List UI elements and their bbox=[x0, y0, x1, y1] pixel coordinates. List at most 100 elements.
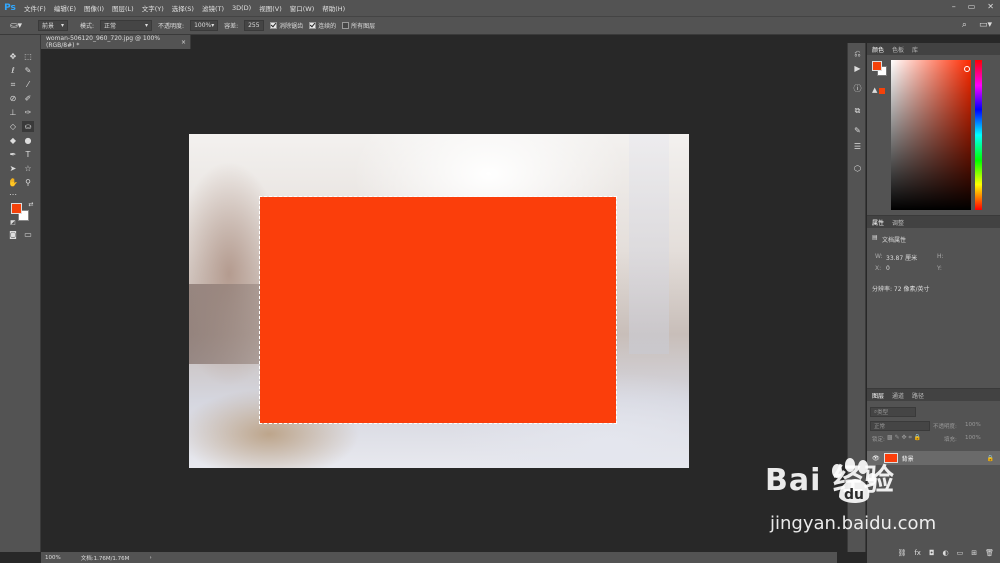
tab-swatches[interactable]: 色板 bbox=[892, 45, 904, 54]
tolerance-input[interactable]: 255 bbox=[244, 20, 265, 31]
new-layer-icon[interactable]: ⊞ bbox=[971, 549, 977, 561]
adjustments-icon[interactable]: ☰ bbox=[852, 141, 863, 152]
eyedropper-tool-icon[interactable]: ⁄ bbox=[22, 79, 34, 90]
panel-foreground-swatch[interactable] bbox=[872, 61, 882, 71]
blend-mode-select[interactable]: 正常 ▾ bbox=[100, 20, 153, 31]
layer-opacity-value[interactable]: 100% bbox=[965, 422, 981, 428]
eraser-tool-icon[interactable]: ◇ bbox=[7, 121, 19, 132]
document-title: woman-506120_960_720.jpg @ 100%(RGB/8#) … bbox=[46, 35, 161, 49]
x-value[interactable]: 0 bbox=[886, 265, 890, 272]
info-icon[interactable]: ⓘ bbox=[852, 83, 863, 94]
menu-help[interactable]: 帮助(H) bbox=[318, 3, 349, 13]
menu-view[interactable]: 视图(V) bbox=[255, 3, 286, 13]
workspace-icon[interactable]: ▭▾ bbox=[979, 20, 992, 30]
foreground-color-swatch[interactable] bbox=[11, 203, 22, 214]
menu-edit[interactable]: 编辑(E) bbox=[50, 3, 80, 13]
lasso-tool-icon[interactable]: ℓ bbox=[7, 65, 19, 76]
history-brush-tool-icon[interactable]: ✑ bbox=[22, 107, 34, 118]
trash-icon[interactable]: 🗑 bbox=[985, 549, 994, 561]
width-value[interactable]: 33.87 厘米 bbox=[886, 253, 917, 262]
screen-mode-icon[interactable]: ▭ bbox=[22, 229, 34, 240]
quick-select-tool-icon[interactable]: ✎ bbox=[22, 65, 34, 76]
3d-cube-icon[interactable]: ⬡ bbox=[852, 163, 863, 174]
layers-footer: ⛓ fx ◘ ◐ ▭ ⊞ 🗑 bbox=[867, 549, 1000, 561]
layer-blend-mode[interactable]: 正常 bbox=[870, 421, 930, 431]
x-label: X: bbox=[875, 265, 882, 272]
zoom-tool-icon[interactable]: ⚲ bbox=[22, 177, 34, 188]
history-icon[interactable]: ⎌ bbox=[852, 48, 863, 59]
shape-tool-icon[interactable]: ☆ bbox=[22, 163, 34, 174]
chevron-right-icon[interactable]: › bbox=[149, 555, 151, 561]
tab-color[interactable]: 颜色 bbox=[872, 45, 884, 54]
document-canvas-area[interactable] bbox=[41, 49, 837, 552]
gamut-warning-icon[interactable]: ▲ bbox=[872, 86, 877, 94]
image-canvas[interactable] bbox=[189, 134, 689, 468]
lock-icons[interactable]: ▩ ✎ ✥ ⌗ 🔒 bbox=[887, 434, 921, 442]
blur-tool-icon[interactable]: ◆ bbox=[7, 135, 19, 146]
paint-bucket-tool-preset-icon[interactable]: ⛀▾ bbox=[10, 19, 32, 33]
menu-image[interactable]: 图像(I) bbox=[80, 3, 108, 13]
clone-source-icon[interactable]: ⧉ bbox=[852, 105, 863, 116]
adjustment-layer-icon[interactable]: ◐ bbox=[943, 549, 949, 561]
tab-properties[interactable]: 属性 bbox=[872, 218, 884, 227]
default-colors-icon[interactable]: ◩ bbox=[7, 217, 19, 228]
mask-icon[interactable]: ◘ bbox=[929, 549, 935, 561]
contiguous-checkbox[interactable]: 连续的 bbox=[309, 21, 336, 30]
actions-play-icon[interactable]: ▶ bbox=[852, 63, 863, 74]
path-select-tool-icon[interactable]: ➤ bbox=[7, 163, 19, 174]
pen-tool-icon[interactable]: ✒ bbox=[7, 149, 19, 160]
crop-tool-icon[interactable]: ⌗ bbox=[7, 79, 19, 90]
hue-slider[interactable] bbox=[975, 60, 982, 210]
brush-settings-icon[interactable]: ✎ bbox=[852, 125, 863, 136]
tab-paths[interactable]: 路径 bbox=[912, 391, 924, 400]
brush-tool-icon[interactable]: ✐ bbox=[22, 93, 34, 104]
layer-kind-filter[interactable]: ⌕ 类型 bbox=[870, 407, 916, 417]
tab-channels[interactable]: 通道 bbox=[892, 391, 904, 400]
tab-adjustments[interactable]: 调整 bbox=[892, 218, 904, 227]
menu-select[interactable]: 选择(S) bbox=[168, 3, 198, 13]
menu-file[interactable]: 文件(F) bbox=[20, 3, 50, 13]
quick-mask-icon[interactable]: ◙ bbox=[7, 229, 19, 240]
color-picker-handle[interactable] bbox=[964, 66, 970, 72]
zoom-level[interactable]: 100% bbox=[45, 555, 61, 561]
close-icon[interactable]: ✕ bbox=[987, 2, 994, 11]
paint-bucket-tool-icon[interactable]: ⛀ bbox=[22, 121, 34, 132]
chevron-down-icon: ▾ bbox=[145, 22, 149, 29]
swap-colors-icon[interactable]: ⇄ bbox=[25, 199, 37, 210]
menu-type[interactable]: 文字(Y) bbox=[138, 3, 168, 13]
menu-window[interactable]: 窗口(W) bbox=[286, 3, 319, 13]
more-tools-icon[interactable]: ⋯ bbox=[7, 189, 19, 200]
marquee-tool-icon[interactable]: ⬚ bbox=[22, 51, 34, 62]
search-icon[interactable]: ⌕ bbox=[962, 20, 967, 30]
fill-value[interactable]: 100% bbox=[965, 435, 981, 441]
tab-libraries[interactable]: 库 bbox=[912, 45, 918, 54]
all-layers-checkbox[interactable]: 所有图层 bbox=[342, 21, 375, 30]
type-tool-icon[interactable]: T bbox=[22, 149, 34, 160]
menu-filter[interactable]: 滤镜(T) bbox=[198, 3, 228, 13]
gamut-color-swatch[interactable] bbox=[879, 88, 885, 94]
y-label: Y: bbox=[937, 265, 942, 272]
restore-icon[interactable]: ▭ bbox=[968, 2, 976, 11]
dodge-tool-icon[interactable]: ● bbox=[22, 135, 34, 146]
stamp-tool-icon[interactable]: ⊥ bbox=[7, 107, 19, 118]
close-tab-icon[interactable]: × bbox=[181, 39, 186, 46]
healing-tool-icon[interactable]: ⊘ bbox=[7, 93, 19, 104]
lock-icon[interactable]: 🔒 bbox=[987, 455, 994, 462]
tab-layers[interactable]: 图层 bbox=[872, 391, 884, 400]
menu-3d[interactable]: 3D(D) bbox=[228, 4, 255, 12]
fx-icon[interactable]: fx bbox=[914, 549, 921, 561]
group-icon[interactable]: ▭ bbox=[957, 549, 964, 561]
color-field[interactable] bbox=[891, 60, 971, 210]
opacity-input[interactable]: 100% ▾ bbox=[190, 20, 219, 31]
menu-layer[interactable]: 图层(L) bbox=[108, 3, 138, 13]
link-icon[interactable]: ⛓ bbox=[897, 549, 906, 561]
document-tab[interactable]: woman-506120_960_720.jpg @ 100%(RGB/8#) … bbox=[41, 35, 191, 49]
tools-panel: ✥ ⬚ ℓ ✎ ⌗ ⁄ ⊘ ✐ ⊥ ✑ ◇ ⛀ ◆ ● ✒ T ➤ ☆ ✋ ⚲ … bbox=[0, 35, 41, 552]
hand-tool-icon[interactable]: ✋ bbox=[7, 177, 19, 188]
filled-selection[interactable] bbox=[259, 196, 617, 424]
antialias-checkbox[interactable]: 消除锯齿 bbox=[270, 21, 303, 30]
fill-source-select[interactable]: 前景 ▾ bbox=[38, 20, 68, 31]
move-tool-icon[interactable]: ✥ bbox=[7, 51, 19, 62]
tolerance-label: 容差: bbox=[224, 23, 239, 30]
minimize-icon[interactable]: – bbox=[952, 2, 956, 11]
